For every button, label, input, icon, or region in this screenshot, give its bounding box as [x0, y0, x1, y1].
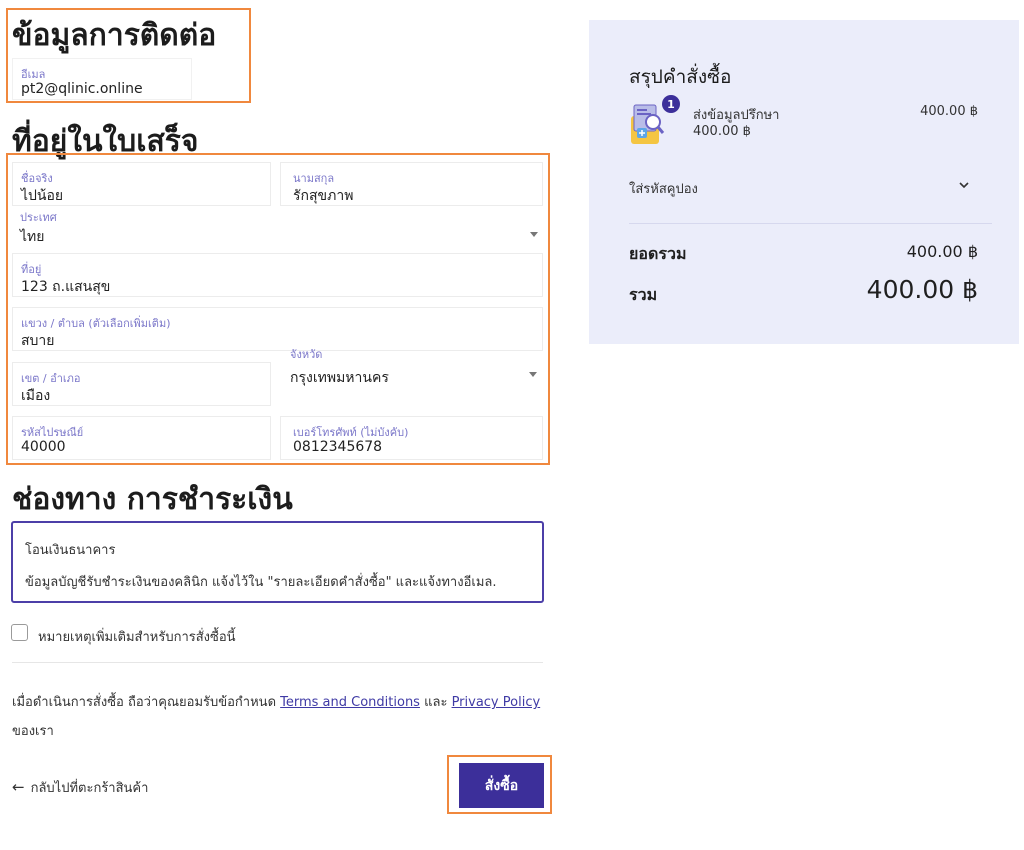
item-quantity-badge: 1	[662, 95, 680, 113]
summary-divider	[629, 223, 992, 224]
total-label: รวม	[629, 285, 658, 304]
phone-value: 0812345678	[293, 439, 383, 455]
payment-title: ช่องทาง การชำระเงิน	[12, 482, 293, 517]
country-select[interactable]: ประเทศ ไทย	[12, 208, 543, 250]
back-to-cart-link[interactable]: ← กลับไปที่ตะกร้าสินค้า	[12, 777, 148, 798]
chevron-down-icon	[959, 182, 969, 189]
email-field[interactable]: อีเมล pt2@qlinic.online	[12, 58, 192, 100]
postcode-value: 40000	[21, 439, 66, 455]
country-value: ไทย	[20, 229, 45, 245]
first-name-field[interactable]: ชื่อจริง ไปน้อย	[12, 162, 271, 206]
coupon-label: ใส่รหัสคูปอง	[629, 182, 698, 197]
item-quantity: 1	[667, 97, 675, 111]
coupon-toggle[interactable]: ใส่รหัสคูปอง	[629, 170, 979, 200]
privacy-policy-link[interactable]: Privacy Policy	[452, 695, 541, 710]
subtotal-value: 400.00 ฿	[906, 242, 978, 261]
province-value: กรุงเทพมหานคร	[290, 370, 389, 386]
payment-method-description: ข้อมูลบัญชีรับชำระเงินของคลินิก แจ้งไว้ใ…	[25, 575, 497, 590]
subtotal-label: ยอดรวม	[629, 244, 687, 263]
terms-prefix: เมื่อดำเนินการสั่งซื้อ ถือว่าคุณยอมรับข้…	[12, 695, 281, 710]
order-note-label[interactable]: หมายเหตุเพิ่มเติมสำหรับการสั่งซื้อนี้	[38, 626, 236, 647]
address-field[interactable]: ที่อยู่ 123 ถ.แสนสุข	[12, 253, 543, 297]
district-value: เมือง	[21, 388, 51, 404]
summary-title: สรุปคำสั่งซื้อ	[629, 66, 732, 88]
last-name-value: รักสุขภาพ	[293, 188, 354, 204]
chevron-down-icon	[529, 372, 537, 377]
district-field[interactable]: เขต / อำเภอ เมือง	[12, 362, 271, 406]
item-total-price: 400.00 ฿	[920, 104, 978, 119]
country-label: ประเทศ	[20, 211, 57, 224]
order-note-checkbox[interactable]	[11, 624, 28, 641]
terms-and: และ	[419, 695, 452, 710]
address-value: 123 ถ.แสนสุข	[21, 279, 111, 295]
province-select[interactable]: จังหวัด กรุงเทพมหานคร	[280, 345, 543, 395]
postcode-field[interactable]: รหัสไปรษณีย์ 40000	[12, 416, 271, 460]
divider	[12, 662, 543, 663]
item-name: ส่งข้อมูลปรึกษา	[693, 108, 780, 123]
first-name-value: ไปน้อย	[21, 188, 64, 204]
arrow-left-icon: ←	[12, 778, 25, 796]
email-value: pt2@qlinic.online	[21, 81, 143, 97]
terms-suffix: ของเรา	[12, 724, 54, 739]
last-name-field[interactable]: นามสกุล รักสุขภาพ	[280, 162, 543, 206]
item-unit-price: 400.00 ฿	[693, 124, 751, 139]
contact-title: ข้อมูลการติดต่อ	[12, 18, 217, 53]
order-summary-panel: สรุปคำสั่งซื้อ 1 ส่งข้อมูลปรึกษา 400.00 …	[589, 20, 1019, 344]
phone-field[interactable]: เบอร์โทรศัพท์ (ไม่บังคับ) 0812345678	[280, 416, 543, 460]
subdistrict-value: สบาย	[21, 333, 55, 349]
place-order-button[interactable]: สั่งซื้อ	[459, 763, 544, 808]
back-to-cart-label: กลับไปที่ตะกร้าสินค้า	[30, 781, 149, 796]
chevron-down-icon	[530, 232, 538, 237]
place-order-label: สั่งซื้อ	[484, 777, 519, 794]
terms-notice: เมื่อดำเนินการสั่งซื้อ ถือว่าคุณยอมรับข้…	[12, 691, 540, 712]
bank-transfer-option[interactable]: โอนเงินธนาคาร ข้อมูลบัญชีรับชำระเงินของค…	[11, 521, 544, 603]
province-label: จังหวัด	[290, 348, 323, 361]
terms-and-conditions-link[interactable]: Terms and Conditions	[280, 695, 420, 710]
payment-method-name: โอนเงินธนาคาร	[25, 543, 116, 558]
total-value: 400.00 ฿	[866, 275, 978, 304]
